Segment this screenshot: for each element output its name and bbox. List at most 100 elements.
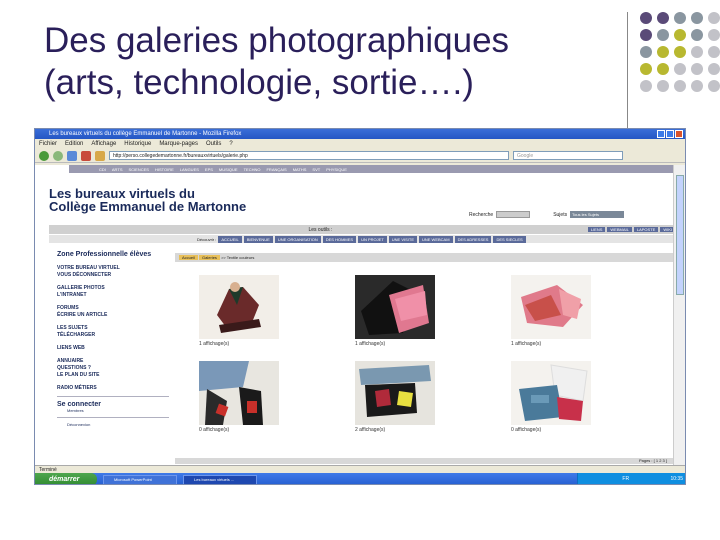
sidebar-link[interactable]: ANNUAIRE: [57, 358, 169, 365]
start-button[interactable]: démarrer: [35, 473, 97, 484]
slide-title: Des galeries photographiques (arts, tech…: [44, 20, 624, 104]
photo-caption: 1 affichage(s): [199, 341, 230, 347]
sidebar-link[interactable]: L'INTRANET: [57, 292, 169, 299]
discover-link[interactable]: UNE WEBCAM: [419, 235, 453, 243]
photo-caption: 1 affichage(s): [511, 341, 542, 347]
sidebar-link[interactable]: ÉCRIRE UN ARTICLE: [57, 312, 169, 319]
members-link[interactable]: Membres: [57, 408, 169, 413]
site-nav-item[interactable]: TECHNO: [244, 167, 261, 172]
menu-help[interactable]: ?: [229, 139, 232, 149]
decorative-dot: [708, 29, 720, 41]
window-title: Les bureaux virtuels du collège Emmanuel…: [49, 131, 242, 137]
site-nav-item[interactable]: SVT: [312, 167, 320, 172]
connect-heading: Se connecter: [57, 401, 101, 408]
photo-caption: 1 affichage(s): [355, 341, 386, 347]
gallery-photo[interactable]: 1 affichage(s): [199, 275, 279, 347]
site-nav-item[interactable]: SCIENCES: [129, 167, 149, 172]
language-indicator[interactable]: FR: [622, 476, 629, 482]
discover-link[interactable]: UN PROJET: [358, 235, 387, 243]
discover-link[interactable]: DES ADRESSES: [454, 235, 492, 243]
close-icon[interactable]: [675, 130, 683, 138]
menu-view[interactable]: Affichage: [91, 139, 116, 149]
sidebar-link[interactable]: GALLERIE PHOTOS: [57, 285, 169, 292]
discover-link[interactable]: UNE VISITE: [388, 235, 417, 243]
scrollbar-thumb[interactable]: [676, 175, 684, 295]
gallery-photo[interactable]: 1 affichage(s): [355, 275, 435, 347]
site-nav-item[interactable]: CDI: [99, 167, 106, 172]
window-titlebar: Les bureaux virtuels du collège Emmanuel…: [35, 129, 685, 139]
sidebar-link[interactable]: QUESTIONS ?: [57, 365, 169, 372]
menu-tools[interactable]: Outils: [206, 139, 221, 149]
tools-label: Les outils :: [308, 226, 333, 233]
photo-caption: 2 affichage(s): [355, 427, 386, 433]
home-icon[interactable]: [95, 150, 105, 161]
gallery-photo[interactable]: 0 affichage(s): [199, 361, 279, 433]
sidebar-link[interactable]: RADIO MÉTIERS: [57, 385, 169, 392]
decorative-dot: [674, 63, 686, 75]
tools-strip: Les outils : LIENS WEBMAIL LAPOSTE WIKI: [49, 225, 679, 234]
tool-link[interactable]: LAPOSTE: [633, 227, 659, 232]
discover-link[interactable]: ACCUEIL: [218, 235, 242, 243]
sidebar-link[interactable]: TÉLÉCHARGER: [57, 332, 169, 339]
gallery-photo[interactable]: 2 affichage(s): [355, 361, 435, 433]
menu-edit[interactable]: Edition: [65, 139, 83, 149]
sidebar-link[interactable]: FORUMS: [57, 305, 169, 312]
address-bar[interactable]: http://perso.collegedemartonne.fr/bureau…: [109, 151, 509, 160]
sidebar-link[interactable]: VOTRE BUREAU VIRTUEL: [57, 265, 169, 272]
sidebar-link[interactable]: VOUS DÉCONNECTER: [57, 272, 169, 279]
site-nav-item[interactable]: MUSIQUE: [219, 167, 238, 172]
logout-link[interactable]: Déconnexion: [57, 422, 169, 427]
tool-link[interactable]: WEBMAIL: [607, 227, 632, 232]
site-nav-item[interactable]: ARTS: [112, 167, 123, 172]
site-nav-item[interactable]: LANGUES: [180, 167, 199, 172]
sidebar-link[interactable]: LE PLAN DU SITE: [57, 372, 169, 379]
site-search: Recherche Sujets Tous les Sujets: [469, 211, 625, 218]
vertical-scrollbar[interactable]: [673, 165, 685, 465]
sidebar-link[interactable]: LES SUJETS: [57, 325, 169, 332]
minimize-icon[interactable]: [657, 130, 665, 138]
site-nav-item[interactable]: EPS: [205, 167, 213, 172]
photo-image: [511, 361, 591, 425]
taskbar-item-firefox[interactable]: Les bureaux virtuels ...: [183, 474, 257, 484]
maximize-icon[interactable]: [666, 130, 674, 138]
web-page: CDI ARTS SCIENCES HISTOIRE LANGUES EPS M…: [35, 165, 679, 465]
site-nav-item[interactable]: PHYSIQUE: [326, 167, 347, 172]
menu-bookmarks[interactable]: Marque-pages: [159, 139, 198, 149]
breadcrumb-current: >> Textile couleurs: [221, 255, 255, 260]
browser-screenshot: Les bureaux virtuels du collège Emmanuel…: [34, 128, 686, 485]
tools-list: LIENS WEBMAIL LAPOSTE WIKI: [587, 227, 679, 232]
site-nav-item[interactable]: MATHS: [293, 167, 307, 172]
decorative-dot: [657, 80, 669, 92]
pagination[interactable]: Pages : [ 1 2 3 ]: [175, 458, 675, 464]
reload-icon[interactable]: [67, 150, 77, 161]
decorative-dot-grid: [640, 12, 720, 92]
breadcrumb-section[interactable]: Galeries: [199, 255, 220, 260]
photo-image: [199, 275, 279, 339]
site-nav-item[interactable]: HISTOIRE: [155, 167, 174, 172]
slide-title-line2: (arts, technologie, sortie….): [44, 63, 474, 102]
menu-file[interactable]: Fichier: [39, 139, 57, 149]
sidebar-link[interactable]: LIENS WEB: [57, 345, 169, 352]
photo-image: [511, 275, 591, 339]
site-nav-item[interactable]: FRANÇAIS: [266, 167, 286, 172]
discover-link[interactable]: DES HOMMES: [322, 235, 357, 243]
gallery-photo[interactable]: 1 affichage(s): [511, 275, 591, 347]
decorative-dot: [691, 80, 703, 92]
back-icon[interactable]: [39, 150, 49, 161]
gallery-photo[interactable]: 0 affichage(s): [511, 361, 591, 433]
forward-icon[interactable]: [53, 150, 63, 161]
search-input[interactable]: Google: [513, 151, 623, 160]
discover-link[interactable]: BIENVENUE: [243, 235, 273, 243]
window-controls: [657, 130, 683, 138]
menu-history[interactable]: Historique: [124, 139, 151, 149]
subjects-select[interactable]: Tous les Sujets: [570, 211, 625, 218]
taskbar-item-powerpoint[interactable]: Microsoft PowerPoint: [103, 474, 177, 484]
tool-link[interactable]: LIENS: [587, 227, 606, 232]
decorative-dot: [708, 46, 720, 58]
stop-icon[interactable]: [81, 150, 91, 161]
discover-link[interactable]: DES SIECLES: [493, 235, 526, 243]
discover-link[interactable]: UNE ORGANISATION: [274, 235, 321, 243]
breadcrumb-home[interactable]: Accueil: [179, 255, 198, 260]
decorative-dot: [691, 63, 703, 75]
site-search-input[interactable]: [496, 211, 531, 218]
